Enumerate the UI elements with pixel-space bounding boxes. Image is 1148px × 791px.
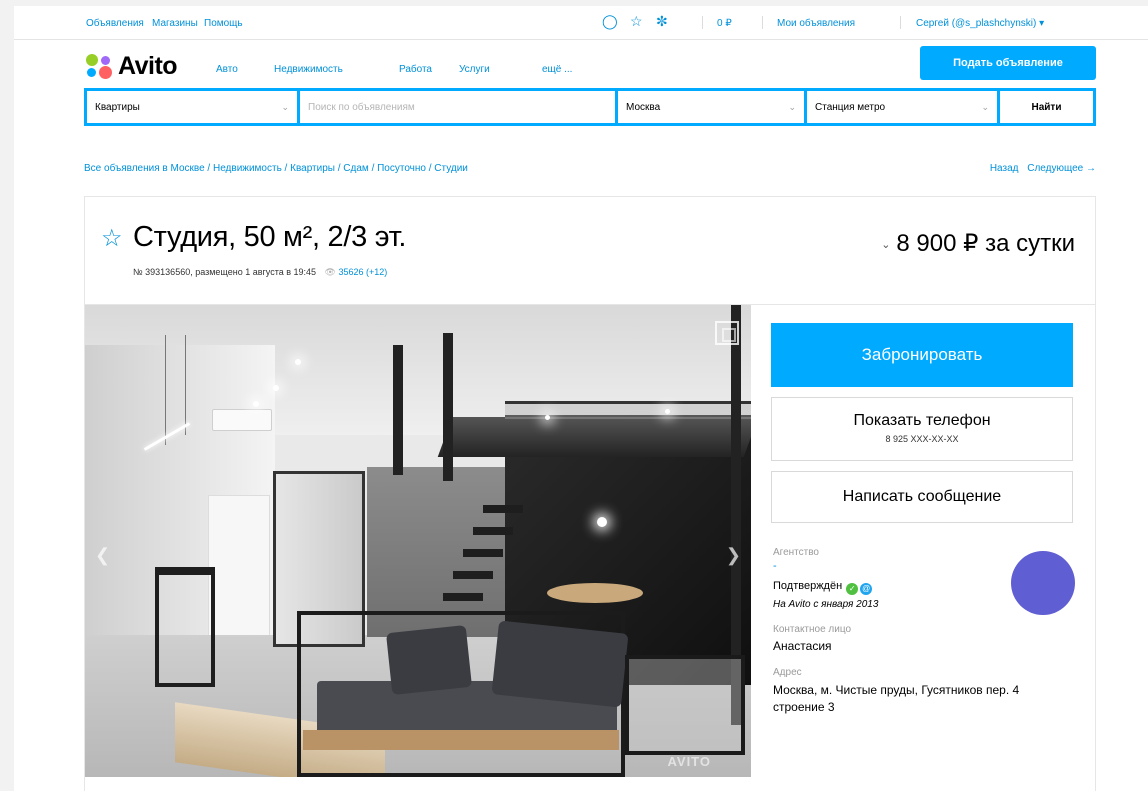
views-value: 35626 (+12) (338, 267, 388, 277)
search-bar: Квартиры ⌄ Поиск по объявлениям Москва ⌄… (84, 88, 1096, 126)
chevron-down-icon: ⌄ (788, 102, 796, 112)
chevron-down-icon[interactable]: ⌄ (881, 239, 890, 251)
balance-link[interactable]: 0 ₽ (717, 18, 732, 29)
listing-card: ☆ Студия, 50 м², 2/3 эт. № 393136560, ра… (84, 196, 1096, 791)
contact-label: Контактное лицо (773, 624, 852, 635)
listing-meta: № 393136560, размещено 1 августа в 19:45… (133, 267, 387, 278)
metro-select[interactable]: Станция метро ⌄ (807, 91, 997, 123)
eye-icon: 👁︎ (324, 267, 339, 277)
chevron-down-icon: ⌄ (981, 102, 989, 112)
listing-number-date: № 393136560, размещено 1 августа в 19:45 (133, 267, 317, 277)
city-value: Москва (626, 101, 661, 113)
pager: Назад Следующее → (984, 163, 1096, 174)
avito-logo[interactable]: Avito (84, 49, 178, 83)
find-button[interactable]: Найти (1000, 91, 1093, 123)
address-label: Адрес (773, 667, 802, 678)
phone-verified-icon: ✓ (846, 583, 859, 595)
show-phone-label: Показать телефон (853, 412, 991, 429)
email-verified-icon: @ (860, 583, 873, 595)
write-message-button[interactable]: Написать сообщение (771, 471, 1073, 523)
prev-photo-arrow-icon[interactable]: ❮ (95, 545, 110, 566)
category-select[interactable]: Квартиры ⌄ (87, 91, 297, 123)
star-icon[interactable]: ☆ (630, 14, 643, 28)
post-ad-button[interactable]: Подать объявление (920, 46, 1096, 80)
favorite-star-icon[interactable]: ☆ (101, 227, 123, 251)
back-link[interactable]: Назад (990, 163, 1019, 174)
nav-more[interactable]: ещё ... (542, 64, 572, 75)
category-value: Квартиры (95, 101, 140, 113)
fullscreen-icon[interactable] (715, 321, 739, 345)
top-bar: Объявления Магазины Помощь ◯ ☆ ✼ 0 ₽ Мои… (14, 6, 1148, 40)
listing-header: ☆ Студия, 50 м², 2/3 эт. № 393136560, ра… (85, 197, 1095, 305)
listing-title: Студия, 50 м², 2/3 эт. (133, 221, 407, 253)
price-value: 8 900 ₽ за сутки (896, 230, 1075, 257)
price: ⌄ 8 900 ₽ за сутки (881, 229, 1075, 258)
nav-services[interactable]: Услуги (459, 64, 490, 75)
address[interactable]: Москва, м. Чистые пруды, Гусятников пер.… (773, 682, 1063, 716)
nav-auto[interactable]: Авто (216, 64, 238, 75)
divider (900, 16, 901, 29)
link-help[interactable]: Помощь (204, 18, 243, 29)
photo-watermark: AVITO (667, 754, 711, 769)
divider (762, 16, 763, 29)
link-ads[interactable]: Объявления (86, 18, 144, 29)
logo-dots-icon (84, 51, 114, 81)
views-count[interactable]: 👁︎ 35626 (+12) (325, 267, 388, 277)
divider (702, 16, 703, 29)
phone-masked: 8 925 XXX-XX-XX (885, 434, 959, 444)
search-input[interactable]: Поиск по объявлениям (300, 91, 615, 123)
chevron-down-icon: ⌄ (281, 102, 289, 112)
my-ads-link[interactable]: Мои объявления (777, 18, 855, 29)
contact-name: Анастасия (773, 639, 832, 653)
next-link[interactable]: Следующее → (1027, 163, 1096, 174)
city-select[interactable]: Москва ⌄ (618, 91, 804, 123)
verified-text: Подтверждён (773, 580, 843, 592)
logo-text: Avito (118, 51, 178, 80)
metro-value: Станция метро (815, 101, 886, 113)
nav-jobs[interactable]: Работа (399, 64, 432, 75)
breadcrumb[interactable]: Все объявления в Москве / Недвижимость /… (84, 163, 468, 174)
page: Объявления Магазины Помощь ◯ ☆ ✼ 0 ₽ Мои… (14, 6, 1148, 791)
nav-realty[interactable]: Недвижимость (274, 64, 343, 75)
link-shops[interactable]: Магазины (152, 18, 198, 29)
notifications-icon[interactable]: ✼ (656, 14, 668, 28)
user-menu[interactable]: Сергей (@s_plashchynski) ▾ (916, 18, 1044, 29)
photo-air-conditioner (212, 409, 272, 431)
chat-icon[interactable]: ◯ (602, 14, 618, 28)
show-phone-button[interactable]: Показать телефон 8 925 XXX-XX-XX (771, 397, 1073, 461)
avatar[interactable] (1011, 551, 1075, 615)
listing-photo[interactable]: ❮ ❯ AVITO (85, 305, 751, 777)
next-photo-arrow-icon[interactable]: ❯ (726, 545, 741, 566)
book-button[interactable]: Забронировать (771, 323, 1073, 387)
